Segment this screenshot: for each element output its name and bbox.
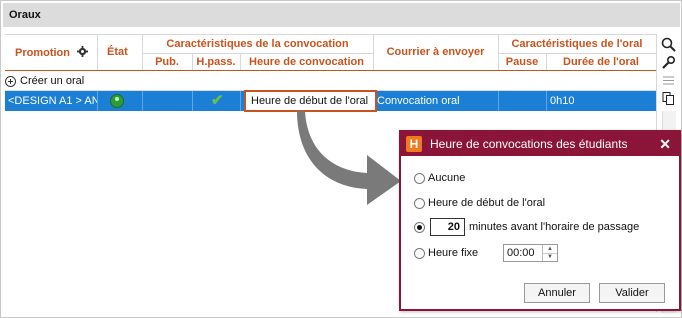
main-frame: Oraux Promotion État Caractéristiques de… — [0, 0, 682, 318]
app-logo-icon: H — [406, 136, 422, 152]
panel-title: Oraux — [3, 3, 680, 27]
cell-divider — [240, 91, 241, 111]
radio-fixed[interactable] — [414, 247, 425, 259]
cell-courrier[interactable]: Convocation oral — [377, 91, 498, 111]
header-promotion[interactable]: Promotion — [15, 46, 89, 59]
fixed-time-value: 00:00 — [507, 247, 535, 259]
table-row[interactable]: <DESIGN A1 > ANG ✔ Heure de début de l'o… — [5, 90, 656, 112]
plus-circle-icon — [5, 75, 16, 87]
gear-icon[interactable] — [77, 46, 89, 57]
dialog-title: Heure de convocations des étudiants — [430, 137, 628, 151]
header-etat[interactable]: État — [107, 46, 128, 58]
header-bottom-line — [5, 70, 656, 71]
header-pause[interactable]: Pause — [498, 56, 546, 68]
radio-none[interactable] — [414, 172, 425, 184]
validate-button[interactable]: Valider — [599, 283, 665, 303]
minutes-input[interactable]: 20 — [430, 218, 465, 236]
menu-lines-icon — [663, 76, 674, 85]
option-start-label: Heure de début de l'oral — [428, 197, 546, 209]
search-icon — [661, 37, 676, 52]
option-minutes-label: minutes avant l'horaire de passage — [469, 221, 640, 233]
duplicate-button[interactable] — [660, 90, 677, 107]
header-hpass[interactable]: H.pass. — [192, 56, 240, 68]
header-sub-line-convocation — [142, 53, 373, 54]
convocation-time-dialog: H Heure de convocations des étudiants ✕ … — [399, 130, 681, 311]
curved-arrow-icon — [297, 111, 401, 205]
create-oral-button[interactable]: Créer un oral — [5, 73, 84, 89]
list-button[interactable] — [660, 72, 677, 89]
header-promotion-label: Promotion — [15, 47, 70, 59]
fixed-time-input[interactable]: 00:00 ▲ ▼ — [503, 244, 558, 262]
cell-divider — [97, 91, 98, 111]
header-courrier[interactable]: Courrier à envoyer — [373, 46, 498, 58]
option-minutes[interactable]: 20 minutes avant l'horaire de passage — [414, 218, 639, 236]
header-pub[interactable]: Pub. — [142, 56, 192, 68]
checkmark-icon[interactable]: ✔ — [211, 93, 224, 109]
create-oral-label: Créer un oral — [20, 75, 85, 87]
cell-divider — [546, 91, 547, 111]
cell-duree[interactable]: 0h10 — [550, 91, 650, 111]
cancel-button[interactable]: Annuler — [524, 283, 590, 303]
search-button[interactable] — [660, 36, 677, 53]
radio-start[interactable] — [414, 197, 425, 209]
option-fixed[interactable]: Heure fixe 00:00 ▲ ▼ — [414, 244, 558, 262]
header-group-oral: Caractéristiques de l'oral — [511, 38, 643, 50]
spin-down-icon[interactable]: ▼ — [543, 252, 557, 262]
side-toolbar — [658, 34, 679, 108]
close-icon[interactable]: ✕ — [659, 132, 671, 156]
option-none[interactable]: Aucune — [414, 172, 465, 184]
header-sub-line-oral — [498, 53, 656, 54]
cell-divider — [142, 91, 143, 111]
option-start[interactable]: Heure de début de l'oral — [414, 197, 545, 209]
copy-icon — [662, 92, 674, 105]
wrench-icon — [662, 55, 676, 69]
radio-minutes[interactable] — [414, 221, 425, 233]
option-fixed-label: Heure fixe — [428, 247, 479, 259]
option-none-label: Aucune — [428, 172, 466, 184]
cell-divider — [498, 91, 499, 111]
header-heure-convocation[interactable]: Heure de convocation — [240, 56, 373, 68]
col-divider — [97, 34, 98, 70]
dialog-title-bar: H Heure de convocations des étudiants ✕ — [401, 132, 679, 156]
etat-status-icon — [110, 94, 124, 108]
header-top-line — [5, 34, 656, 35]
cell-pause[interactable] — [502, 91, 546, 111]
header-group-convocation: Caractéristiques de la convocation — [166, 38, 349, 50]
cell-divider — [192, 91, 193, 111]
settings-button[interactable] — [660, 54, 677, 71]
header-duree[interactable]: Durée de l'oral — [546, 56, 656, 68]
spin-up-icon[interactable]: ▲ — [543, 245, 557, 253]
time-spinner[interactable]: ▲ ▼ — [542, 245, 557, 261]
cell-promotion: <DESIGN A1 > ANG — [8, 95, 98, 107]
